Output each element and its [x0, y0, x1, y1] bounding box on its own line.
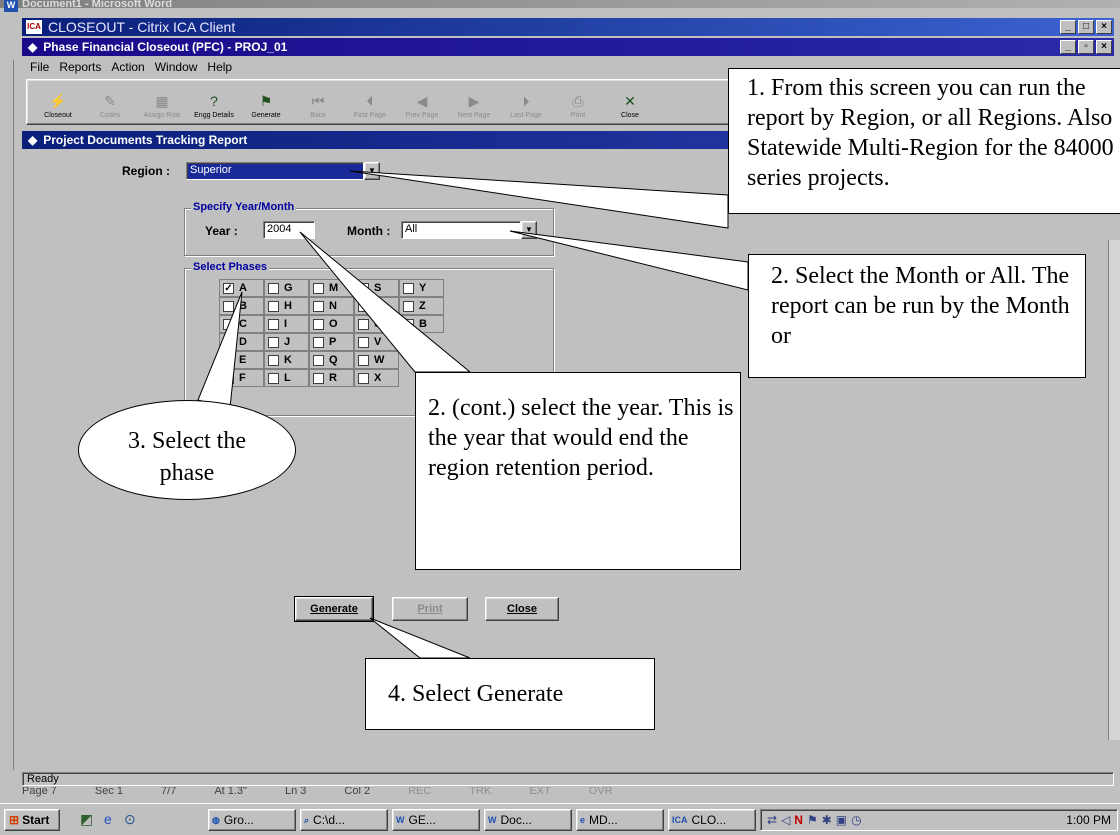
callout-1-text: 1. From this screen you can run the repo…: [747, 75, 1114, 191]
callout-2-text: 2. Select the Month or All. The report c…: [771, 263, 1070, 349]
taskbar-item-label: Gro...: [223, 813, 254, 827]
callout-2b: 2. (cont.) select the year. This is the …: [415, 372, 741, 570]
media-icon[interactable]: ⊙: [124, 811, 136, 828]
callout-3: 3. Select the phase: [78, 400, 296, 500]
callout-2: 2. Select the Month or All. The report c…: [748, 254, 1086, 378]
taskbar-item-label: CLO...: [691, 813, 727, 827]
callout-2b-text: 2. (cont.) select the year. This is the …: [428, 395, 734, 481]
taskbar-item-label: Doc...: [500, 813, 532, 827]
windows-logo-icon: ⊞: [9, 813, 20, 827]
tray-monitor-icon[interactable]: ▣: [836, 813, 847, 827]
taskbar-app-icon: ⌕: [304, 814, 310, 825]
callout-4-pointer: [369, 617, 471, 659]
callout-3-text: 3. Select the phase: [128, 428, 246, 486]
tray-clock: 1:00 PM: [1066, 813, 1111, 827]
ie-icon[interactable]: e: [104, 811, 112, 827]
taskbar-item[interactable]: W GE...: [392, 809, 480, 831]
tray-app-icon[interactable]: ⚑: [807, 813, 818, 827]
taskbar-app-icon: e: [580, 815, 586, 825]
tray-tool-icon[interactable]: ✱: [822, 813, 832, 827]
taskbar-app-icon: W: [396, 815, 405, 825]
callout-1-pointer: [349, 170, 729, 229]
taskbar-item[interactable]: ◍ Gro...: [208, 809, 296, 831]
taskbar-app-icon: ◍: [212, 814, 220, 825]
taskbar-item[interactable]: ⌕ C:\d...: [300, 809, 388, 831]
callout-1: 1. From this screen you can run the repo…: [728, 68, 1120, 214]
callout-4: 4. Select Generate: [365, 658, 655, 730]
start-label: Start: [22, 813, 50, 827]
system-tray: ⇄ ◁ N ⚑ ✱ ▣ ◷ 1:00 PM: [760, 809, 1118, 831]
callout-4-text: 4. Select Generate: [388, 681, 564, 707]
taskbar-item-label: MD...: [589, 813, 618, 827]
taskbar-item-label: GE...: [408, 813, 436, 827]
callout-2b-pointer: [299, 231, 472, 373]
callout-3-pointer: [197, 291, 243, 409]
taskbar: ⊞ Start ◩ e ⊙ ◍ Gro... ⌕ C:\d... W GE... W Doc.…: [0, 803, 1120, 835]
taskbar-item[interactable]: ICA CLO...: [668, 809, 756, 831]
tray-speaker-icon[interactable]: ◁: [781, 813, 790, 827]
taskbar-app-icon: W: [488, 815, 497, 825]
taskbar-app-icon: ICA: [672, 815, 688, 825]
callout-2-pointer: [509, 230, 749, 291]
tray-antivirus-icon[interactable]: N: [794, 813, 803, 827]
taskbar-item[interactable]: e MD...: [576, 809, 664, 831]
tray-clock-icon[interactable]: ◷: [851, 813, 861, 827]
show-desktop-icon[interactable]: ◩: [80, 811, 93, 828]
taskbar-item[interactable]: W Doc...: [484, 809, 572, 831]
tray-network-icon[interactable]: ⇄: [767, 813, 777, 827]
start-button[interactable]: ⊞ Start: [4, 809, 60, 831]
taskbar-item-label: C:\d...: [313, 813, 346, 827]
